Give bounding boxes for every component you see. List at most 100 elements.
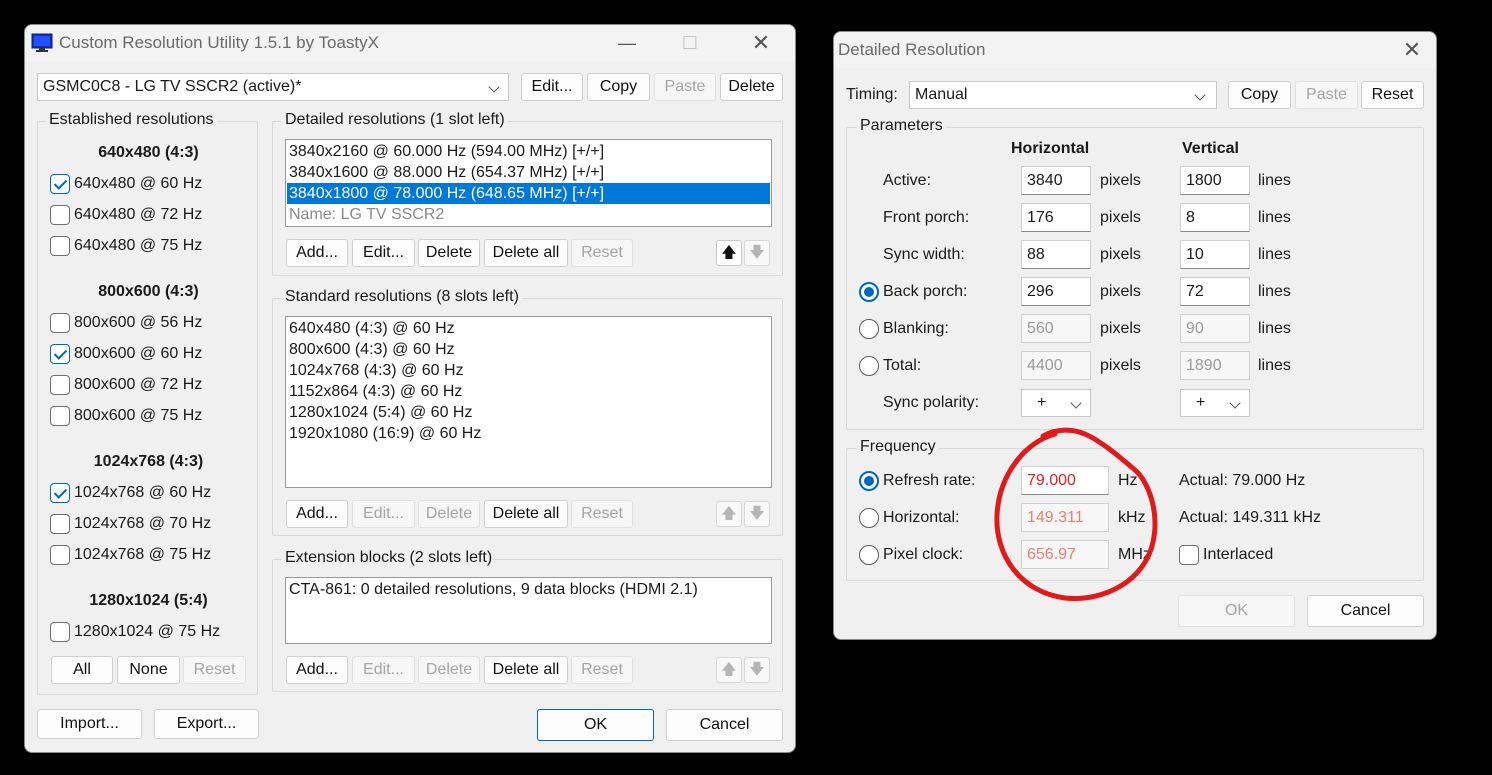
detailed-resolutions-list[interactable]: 3840x2160 @ 60.000 Hz (594.00 MHz) [+/+]… [285,139,772,227]
list-item[interactable]: 800x600 (4:3) @ 60 Hz [289,339,770,360]
move-up-button[interactable]: 🡅 [716,240,742,266]
import-button[interactable]: Import... [37,709,142,739]
extension-reset-button[interactable]: Reset [571,656,633,684]
detailed-reset-button[interactable]: Reset [571,239,633,267]
list-item-selected[interactable]: 3840x1800 @ 78.000 Hz (648.65 MHz) [+/+] [287,183,770,204]
checkbox-800x600-56[interactable] [50,313,70,333]
back-porch-v-input[interactable]: 72 [1180,277,1250,306]
back-porch-h-input[interactable]: 296 [1021,277,1091,306]
move-down-button[interactable]: 🡇 [744,657,770,683]
list-item[interactable]: 640x480 (4:3) @ 60 Hz [289,318,770,339]
horizontal-freq-radio[interactable] [859,508,879,528]
active-v-input[interactable]: 1800 [1180,166,1250,195]
move-up-button[interactable]: 🡅 [716,501,742,527]
blanking-radio[interactable] [859,319,879,339]
minimize-button[interactable]: — [607,29,647,57]
established-reset-button[interactable]: Reset [183,656,246,684]
extension-delete-all-button[interactable]: Delete all [484,656,568,684]
unit-label: pixels [1100,246,1141,263]
blanking-h-input[interactable]: 560 [1021,314,1091,343]
annotation-circle [994,427,1158,601]
back-porch-radio[interactable] [859,282,879,302]
standard-delete-all-button[interactable]: Delete all [484,500,568,528]
timing-reset-button[interactable]: Reset [1361,81,1424,109]
maximize-button[interactable]: ☐ [670,29,710,57]
detailed-edit-button[interactable]: Edit... [352,239,415,267]
sync-width-v-input[interactable]: 10 [1180,240,1250,269]
select-all-button[interactable]: All [51,656,113,684]
close-button[interactable]: ✕ [741,29,781,57]
checkbox-800x600-60[interactable] [50,344,70,364]
monitor-select-value: GSMC0C8 - LG TV SSCR2 (active)* [43,78,302,95]
timing-copy-button[interactable]: Copy [1228,81,1291,109]
standard-reset-button[interactable]: Reset [571,500,633,528]
active-h-input[interactable]: 3840 [1021,166,1091,195]
total-v-input[interactable]: 1890 [1180,351,1250,380]
total-h-input[interactable]: 4400 [1021,351,1091,380]
blanking-v-input[interactable]: 90 [1180,314,1250,343]
export-button[interactable]: Export... [154,709,259,739]
list-item[interactable]: 1152x864 (4:3) @ 60 Hz [289,381,770,402]
checkbox-label: 1024x768 @ 70 Hz [74,515,212,532]
detailed-add-button[interactable]: Add... [286,239,348,267]
list-item-name[interactable]: Name: LG TV SSCR2 [289,204,770,225]
select-none-button[interactable]: None [117,656,180,684]
standard-delete-button[interactable]: Delete [418,500,480,528]
edit-monitor-button[interactable]: Edit... [521,73,583,101]
extension-blocks-list[interactable]: CTA-861: 0 detailed resolutions, 9 data … [285,577,772,644]
dialog-titlebar[interactable]: Detailed Resolution ✕ [834,32,1436,68]
checkbox-1280x1024-75[interactable] [50,622,70,642]
dialog-ok-button[interactable]: OK [1178,595,1295,627]
extension-edit-button[interactable]: Edit... [352,656,415,684]
move-up-button[interactable]: 🡅 [716,657,742,683]
list-item[interactable]: 3840x2160 @ 60.000 Hz (594.00 MHz) [+/+] [289,141,770,162]
move-down-button[interactable]: 🡇 [744,240,770,266]
list-item[interactable]: CTA-861: 0 detailed resolutions, 9 data … [289,579,770,600]
front-porch-v-input[interactable]: 8 [1180,203,1250,232]
list-item[interactable]: 3840x1600 @ 88.000 Hz (654.37 MHz) [+/+] [289,162,770,183]
sync-polarity-h-select[interactable]: + [1021,389,1091,417]
interlaced-checkbox[interactable] [1179,545,1199,565]
checkbox-1024x768-70[interactable] [50,514,70,534]
checkbox-640x480-60[interactable] [50,174,70,194]
checkbox-640x480-72[interactable] [50,205,70,225]
front-porch-h-input[interactable]: 176 [1021,203,1091,232]
total-radio[interactable] [859,356,879,376]
sync-polarity-v-select[interactable]: + [1180,389,1250,417]
standard-edit-button[interactable]: Edit... [352,500,415,528]
refresh-rate-radio[interactable] [859,471,879,491]
paste-monitor-button[interactable]: Paste [654,73,716,101]
cancel-button[interactable]: Cancel [666,709,783,741]
close-button[interactable]: ✕ [1392,36,1432,64]
delete-monitor-button[interactable]: Delete [720,73,783,101]
extension-delete-button[interactable]: Delete [418,656,480,684]
standard-resolutions-list[interactable]: 640x480 (4:3) @ 60 Hz 800x600 (4:3) @ 60… [285,316,772,488]
checkbox-1024x768-75[interactable] [50,545,70,565]
list-item[interactable]: 1280x1024 (5:4) @ 60 Hz [289,402,770,423]
unit-label: pixels [1100,172,1141,189]
dialog-cancel-button[interactable]: Cancel [1307,595,1424,627]
main-titlebar[interactable]: Custom Resolution Utility 1.5.1 by Toast… [25,25,795,61]
standard-add-button[interactable]: Add... [286,500,348,528]
pixel-clock-radio[interactable] [859,545,879,565]
checkbox-1024x768-60[interactable] [50,483,70,503]
chevron-down-icon [488,81,500,93]
timing-select[interactable]: Manual [909,81,1217,109]
freq-label: Refresh rate: [883,472,976,489]
ok-button[interactable]: OK [537,709,654,741]
checkbox-640x480-75[interactable] [50,236,70,256]
checkbox-label: 1280x1024 @ 75 Hz [74,623,221,640]
chevron-down-icon [1194,89,1206,101]
sync-width-h-input[interactable]: 88 [1021,240,1091,269]
detailed-delete-button[interactable]: Delete [418,239,480,267]
checkbox-800x600-75[interactable] [50,406,70,426]
list-item[interactable]: 1024x768 (4:3) @ 60 Hz [289,360,770,381]
extension-add-button[interactable]: Add... [286,656,348,684]
copy-monitor-button[interactable]: Copy [587,73,650,101]
timing-paste-button[interactable]: Paste [1295,81,1358,109]
detailed-delete-all-button[interactable]: Delete all [484,239,568,267]
list-item[interactable]: 1920x1080 (16:9) @ 60 Hz [289,423,770,444]
move-down-button[interactable]: 🡇 [744,501,770,527]
checkbox-800x600-72[interactable] [50,375,70,395]
monitor-select[interactable]: GSMC0C8 - LG TV SSCR2 (active)* [37,73,509,101]
